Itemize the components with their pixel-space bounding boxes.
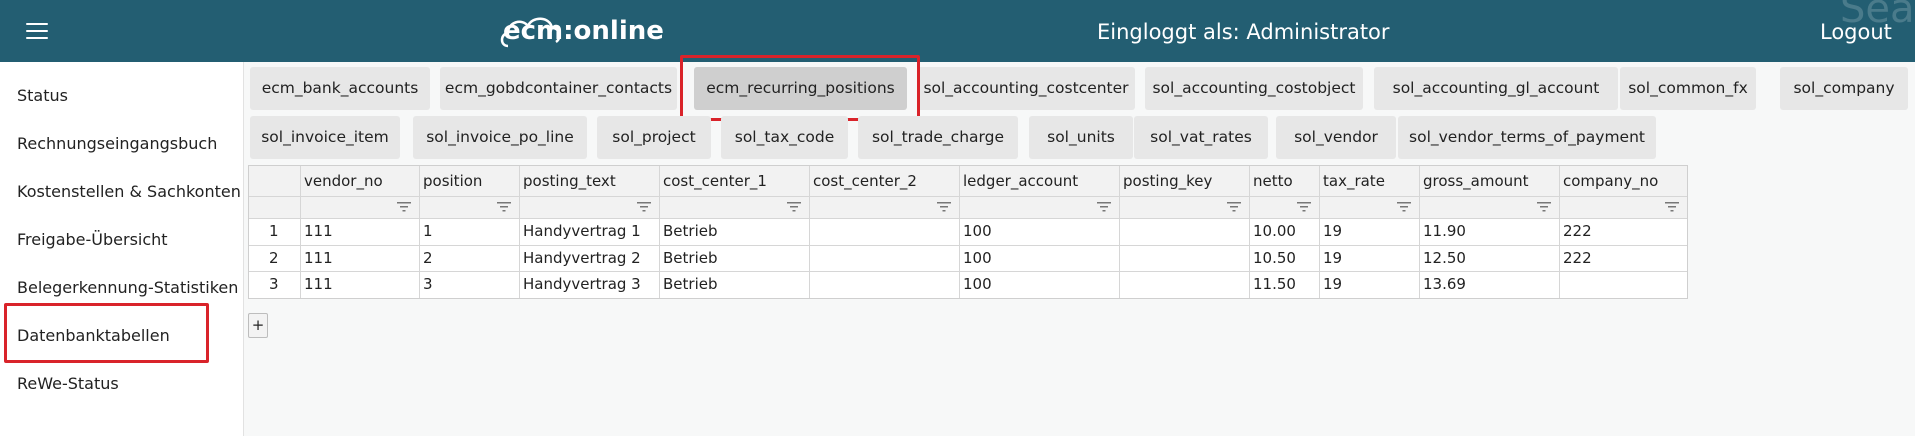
column-header-position[interactable]: position <box>423 172 482 190</box>
column-header-gross-amount[interactable]: gross_amount <box>1423 172 1529 190</box>
table-cell-cost-center-1[interactable]: Betrieb <box>663 249 718 267</box>
sidebar: Status Rechnungseingangsbuch Kostenstell… <box>0 62 244 436</box>
row-index: 2 <box>269 249 279 267</box>
table-cell-vendor-no[interactable]: 111 <box>304 222 333 240</box>
row-divider <box>249 218 1687 219</box>
table-cell-vendor-no[interactable]: 111 <box>304 275 333 293</box>
table-cell-posting-text[interactable]: Handyvertrag 2 <box>523 249 641 267</box>
column-header-netto[interactable]: netto <box>1253 172 1293 190</box>
sidebar-item-rewe-status[interactable]: ReWe-Status <box>17 374 119 393</box>
filter-icon[interactable] <box>497 202 511 212</box>
column-header-posting-text[interactable]: posting_text <box>523 172 616 190</box>
filter-icon[interactable] <box>1665 202 1679 212</box>
tab-ecm-recurring-positions[interactable]: ecm_recurring_positions <box>694 67 907 110</box>
tab-sol-invoice-po-line[interactable]: sol_invoice_po_line <box>413 116 587 159</box>
table-cell-company-no[interactable]: 222 <box>1563 222 1592 240</box>
tab-sol-vendor-terms-of-payment[interactable]: sol_vendor_terms_of_payment <box>1398 116 1656 159</box>
sidebar-item-rechnungseingangsbuch[interactable]: Rechnungseingangsbuch <box>17 134 217 153</box>
table-cell-position[interactable]: 2 <box>423 249 433 267</box>
app-header: Searchin ecm:online Eingloggt als: Admin… <box>0 0 1915 62</box>
table-cell-netto[interactable]: 10.00 <box>1253 222 1296 240</box>
tab-sol-trade-charge[interactable]: sol_trade_charge <box>858 116 1018 159</box>
logged-in-user: Eingloggt als: Administrator <box>1097 20 1390 44</box>
filter-icon[interactable] <box>637 202 651 212</box>
sidebar-item-status[interactable]: Status <box>17 86 68 105</box>
logout-link[interactable]: Logout <box>1820 20 1892 44</box>
column-divider <box>959 166 960 298</box>
tab-sol-units[interactable]: sol_units <box>1029 116 1133 159</box>
table-cell-cost-center-1[interactable]: Betrieb <box>663 222 718 240</box>
table-cell-tax-rate[interactable]: 19 <box>1323 249 1342 267</box>
table-cell-ledger-account[interactable]: 100 <box>963 249 992 267</box>
row-index: 1 <box>269 222 279 240</box>
column-divider <box>1119 166 1120 298</box>
column-divider <box>1249 166 1250 298</box>
tab-sol-accounting-costcenter[interactable]: sol_accounting_costcenter <box>917 67 1135 110</box>
filter-icon[interactable] <box>1537 202 1551 212</box>
column-header-tax-rate[interactable]: tax_rate <box>1323 172 1385 190</box>
column-header-company-no[interactable]: company_no <box>1563 172 1658 190</box>
tab-sol-vendor[interactable]: sol_vendor <box>1276 116 1396 159</box>
column-divider <box>659 166 660 298</box>
tab-ecm-gobdcontainer-contacts[interactable]: ecm_gobdcontainer_contacts <box>440 67 677 110</box>
filter-icon[interactable] <box>1297 202 1311 212</box>
sidebar-item-kostenstellen[interactable]: Kostenstellen & Sachkonten <box>17 182 241 201</box>
column-divider <box>519 166 520 298</box>
table-cell-gross-amount[interactable]: 13.69 <box>1423 275 1466 293</box>
sidebar-item-belegerkennung[interactable]: Belegerkennung-Statistiken <box>17 278 238 297</box>
column-divider <box>1559 166 1560 298</box>
filter-icon[interactable] <box>1227 202 1241 212</box>
table-cell-position[interactable]: 3 <box>423 275 433 293</box>
row-divider <box>249 196 1687 197</box>
column-header-ledger-account[interactable]: ledger_account <box>963 172 1078 190</box>
table-cell-cost-center-1[interactable]: Betrieb <box>663 275 718 293</box>
tab-sol-common-fx[interactable]: sol_common_fx <box>1620 67 1756 110</box>
table-cell-posting-text[interactable]: Handyvertrag 3 <box>523 275 641 293</box>
table-cell-position[interactable]: 1 <box>423 222 433 240</box>
column-header-vendor-no[interactable]: vendor_no <box>304 172 383 190</box>
tab-ecm-bank-accounts[interactable]: ecm_bank_accounts <box>250 67 430 110</box>
column-divider <box>1419 166 1420 298</box>
table-cell-tax-rate[interactable]: 19 <box>1323 275 1342 293</box>
logo-text: ecm:online <box>503 16 664 46</box>
column-divider <box>419 166 420 298</box>
column-divider <box>1319 166 1320 298</box>
table-cell-vendor-no[interactable]: 111 <box>304 249 333 267</box>
table-cell-netto[interactable]: 11.50 <box>1253 275 1296 293</box>
row-index: 3 <box>269 275 279 293</box>
tab-sol-vat-rates[interactable]: sol_vat_rates <box>1134 116 1268 159</box>
filter-icon[interactable] <box>937 202 951 212</box>
data-table: vendor_no position posting_text cost_center… <box>248 165 1688 299</box>
tab-sol-tax-code[interactable]: sol_tax_code <box>721 116 848 159</box>
table-cell-gross-amount[interactable]: 11.90 <box>1423 222 1466 240</box>
tab-sol-project[interactable]: sol_project <box>597 116 711 159</box>
filter-icon[interactable] <box>1397 202 1411 212</box>
table-cell-tax-rate[interactable]: 19 <box>1323 222 1342 240</box>
row-divider <box>249 245 1687 246</box>
table-cell-ledger-account[interactable]: 100 <box>963 275 992 293</box>
table-cell-company-no[interactable]: 222 <box>1563 249 1592 267</box>
filter-icon[interactable] <box>397 202 411 212</box>
column-header-posting-key[interactable]: posting_key <box>1123 172 1212 190</box>
table-cell-gross-amount[interactable]: 12.50 <box>1423 249 1466 267</box>
hamburger-menu-icon[interactable] <box>26 23 48 39</box>
tab-sol-company[interactable]: sol_company <box>1780 67 1908 110</box>
column-header-cost-center-2[interactable]: cost_center_2 <box>813 172 917 190</box>
sidebar-item-datenbanktabellen[interactable]: Datenbanktabellen <box>17 326 170 345</box>
table-cell-ledger-account[interactable]: 100 <box>963 222 992 240</box>
tab-sol-invoice-item[interactable]: sol_invoice_item <box>250 116 400 159</box>
column-divider <box>809 166 810 298</box>
row-divider <box>249 271 1687 272</box>
add-row-button[interactable]: + <box>248 313 268 338</box>
filter-icon[interactable] <box>1097 202 1111 212</box>
sidebar-item-freigabe[interactable]: Freigabe-Übersicht <box>17 230 168 249</box>
table-cell-posting-text[interactable]: Handyvertrag 1 <box>523 222 641 240</box>
tab-sol-accounting-gl-account[interactable]: sol_accounting_gl_account <box>1374 67 1618 110</box>
tab-sol-accounting-costobject[interactable]: sol_accounting_costobject <box>1145 67 1363 110</box>
table-cell-netto[interactable]: 10.50 <box>1253 249 1296 267</box>
column-divider <box>300 166 301 298</box>
column-header-cost-center-1[interactable]: cost_center_1 <box>663 172 767 190</box>
filter-icon[interactable] <box>787 202 801 212</box>
